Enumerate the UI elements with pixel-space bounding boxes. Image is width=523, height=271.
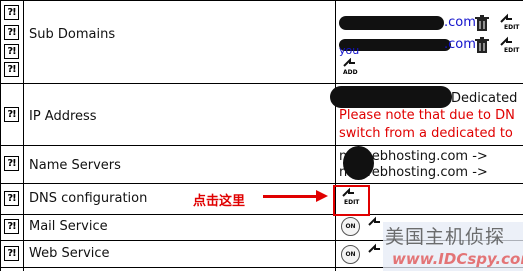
mail-service-label: Mail Service: [29, 219, 108, 234]
redacted-name-server: [343, 146, 374, 180]
annotation-arrow: [263, 195, 318, 198]
watermark-url: www.IDCspy.com: [392, 250, 523, 268]
row-divider: [0, 214, 523, 215]
trash-icon[interactable]: [475, 37, 489, 54]
web-service-toggle[interactable]: ON: [341, 245, 360, 264]
web-service-label: Web Service: [29, 246, 110, 261]
help-icon[interactable]: ?!: [4, 107, 19, 122]
subdomain-1-link[interactable]: .com: [444, 15, 476, 30]
help-icon[interactable]: ?!: [4, 156, 19, 171]
row-divider: [0, 0, 523, 1]
name-servers-label: Name Servers: [29, 158, 121, 173]
ip-address-label: IP Address: [29, 109, 97, 124]
edit-label: EDIT: [344, 199, 360, 206]
annotation-arrow-head: [316, 190, 328, 202]
ip-note-line-1: Please note that due to DN: [339, 108, 515, 123]
edit-label: EDIT: [504, 24, 520, 31]
mail-service-toggle[interactable]: ON: [341, 217, 360, 236]
watermark-title: 美国主机侦探: [385, 226, 506, 248]
redacted-domain-1: [339, 16, 444, 30]
dns-edit-icon[interactable]: EDIT: [340, 187, 362, 209]
subdomain-2-prefix: you: [339, 44, 360, 57]
table-column-divider: [23, 0, 24, 271]
help-icon[interactable]: ?!: [4, 25, 19, 40]
row-divider: [0, 83, 523, 84]
ip-note-line-2: switch from a dedicated to: [339, 126, 513, 141]
edit-icon[interactable]: EDIT: [498, 36, 520, 58]
redacted-ip: [330, 86, 452, 108]
help-icon[interactable]: ?!: [4, 5, 19, 20]
trash-icon[interactable]: [475, 15, 489, 32]
add-icon[interactable]: ADD: [340, 57, 362, 80]
add-label: ADD: [343, 69, 358, 76]
help-icon[interactable]: ?!: [4, 246, 19, 261]
click-here-annotation: 点击这里: [193, 194, 246, 209]
help-icon[interactable]: ?!: [4, 44, 19, 59]
help-icon[interactable]: ?!: [4, 191, 19, 206]
sub-domains-label: Sub Domains: [29, 27, 116, 42]
subdomain-2-link[interactable]: .com: [444, 37, 476, 52]
row-divider: [0, 183, 523, 184]
ip-type: Dedicated: [451, 91, 518, 106]
help-icon[interactable]: ?!: [4, 219, 19, 234]
help-icon[interactable]: ?!: [4, 62, 19, 77]
edit-icon[interactable]: EDIT: [498, 13, 520, 35]
dns-configuration-label: DNS configuration: [29, 191, 148, 206]
row-divider: [0, 145, 523, 146]
edit-label: EDIT: [504, 47, 520, 54]
table-column-divider: [335, 0, 336, 271]
table-border-left: [0, 0, 1, 271]
